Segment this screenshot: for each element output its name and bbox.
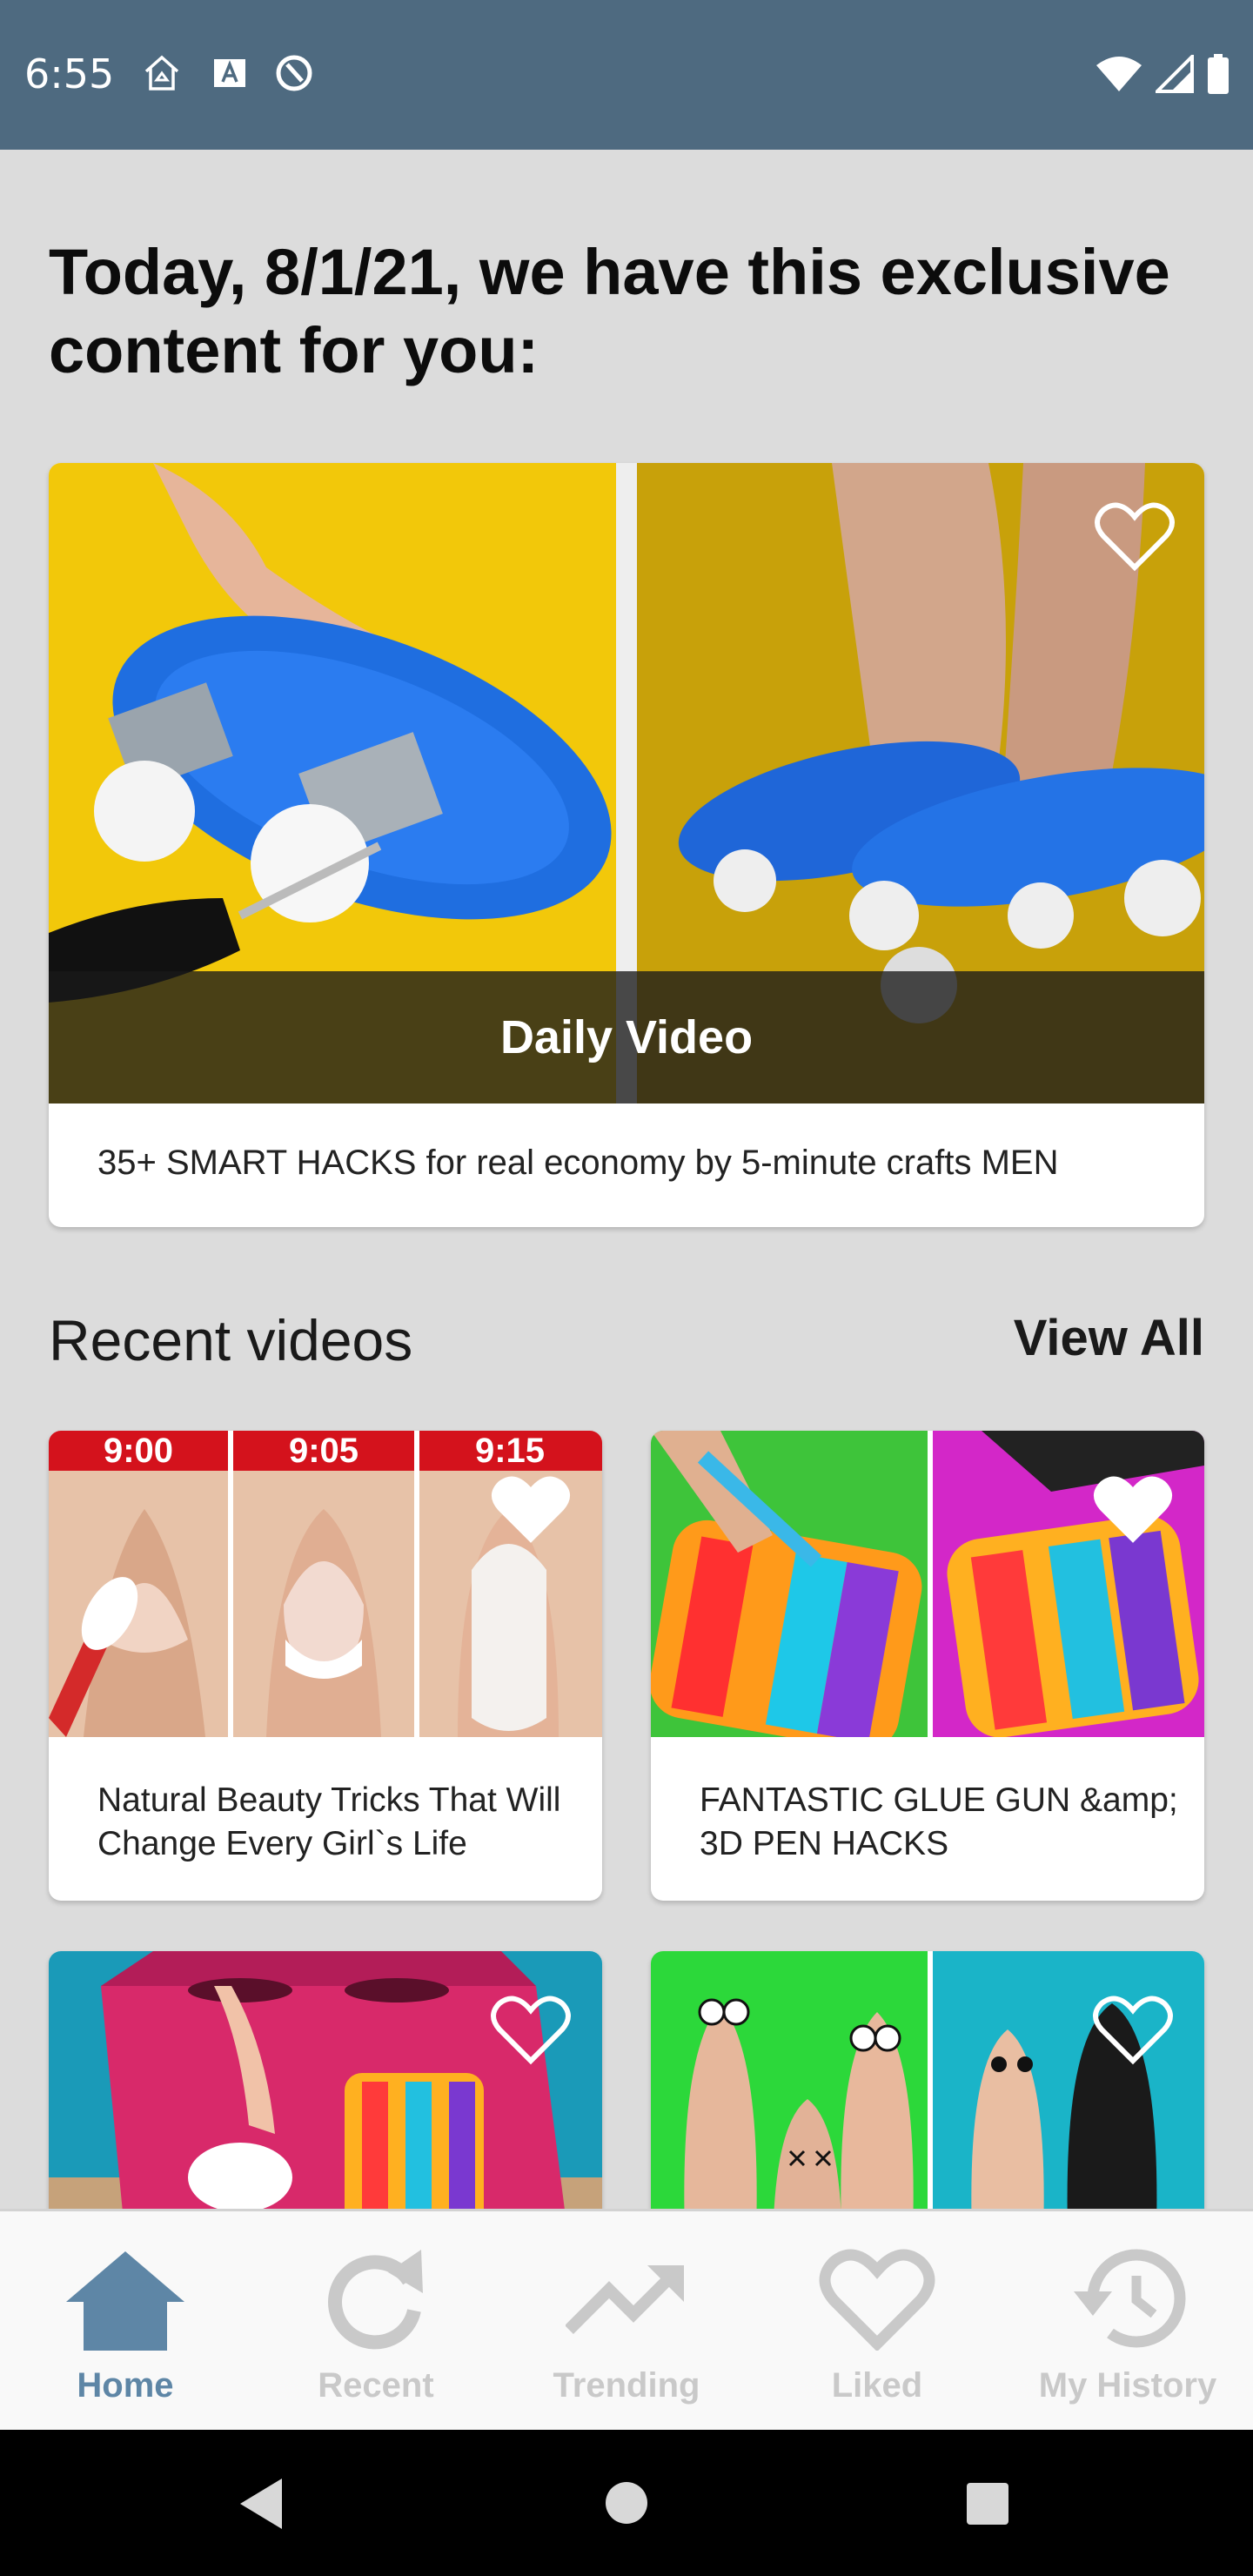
home-feed[interactable]: Today, 8/1/21, we have this exclusive co… [0,150,1253,2209]
trending-icon [566,2265,684,2334]
bottom-navigation: Home Recent Trending Liked My History [0,2209,1253,2430]
video-thumbnail[interactable] [49,1951,602,2209]
nav-trending[interactable]: Trending [501,2211,752,2432]
status-bar: 6:55 [0,0,1253,150]
home-notification-icon [144,55,179,91]
video-thumbnail[interactable] [651,1951,1204,2209]
status-time: 6:55 [24,50,115,97]
signal-icon [1156,55,1194,93]
video-card[interactable]: FANTASTIC GLUE GUN &amp; 3D PEN HACKS [651,1431,1204,1901]
app-a-icon [214,59,245,87]
status-icons [1095,54,1230,94]
nav-home-label: Home [77,2366,174,2405]
battery-icon [1208,54,1229,94]
refresh-icon [328,2250,423,2350]
view-all-link[interactable]: View All [1014,1309,1204,1367]
video-card[interactable]: 9:00 9:05 9:15 Natural Beauty Tricks Tha… [49,1431,602,1901]
daily-video-card[interactable]: Daily Video 35+ SMART HACKS for real eco… [49,463,1204,1227]
page-headline: Today, 8/1/21, we have this exclusive co… [49,236,1170,386]
thumb-time-3: 9:15 [475,1432,545,1470]
nav-liked[interactable]: Liked [752,2211,1002,2432]
video-title[interactable]: FANTASTIC GLUE GUN &amp; 3D PEN HACKS [700,1779,1187,1866]
back-icon[interactable] [237,2477,285,2531]
nav-recent[interactable]: Recent [251,2211,501,2432]
nav-home[interactable]: Home [0,2211,251,2432]
recents-square-icon[interactable] [966,2482,1009,2526]
wifi-icon [1096,57,1142,91]
daily-video-badge: Daily Video [49,971,1204,1104]
system-navigation-bar [0,2430,1253,2576]
daily-video-badge-label: Daily Video [499,1011,754,1063]
heart-icon [819,2249,935,2351]
nav-my-history-label: My History [1038,2366,1217,2405]
video-like-heart-icon[interactable] [1093,1472,1173,1546]
video-like-heart-icon[interactable] [491,1993,571,2066]
featured-like-heart-icon[interactable] [1095,500,1175,573]
video-card[interactable] [651,1951,1204,2209]
video-like-heart-icon[interactable] [491,1472,571,1546]
home-icon [66,2251,184,2351]
nav-liked-label: Liked [831,2366,923,2405]
video-card[interactable] [49,1951,602,2209]
history-icon [1074,2249,1186,2348]
video-like-heart-icon[interactable] [1093,1993,1173,2066]
recent-videos-heading: Recent videos [49,1308,413,1372]
daily-video-title[interactable]: 35+ SMART HACKS for real economy by 5-mi… [97,1144,1058,1183]
home-circle-icon[interactable] [604,2480,649,2526]
nav-my-history[interactable]: My History [1002,2211,1253,2432]
nav-trending-label: Trending [553,2366,700,2405]
nav-recent-label: Recent [318,2366,434,2405]
video-title[interactable]: Natural Beauty Tricks That Will Change E… [97,1779,585,1866]
thumb-time-1: 9:00 [104,1432,173,1470]
thumb-time-2: 9:05 [289,1432,358,1470]
blocked-notification-icon [276,55,312,91]
